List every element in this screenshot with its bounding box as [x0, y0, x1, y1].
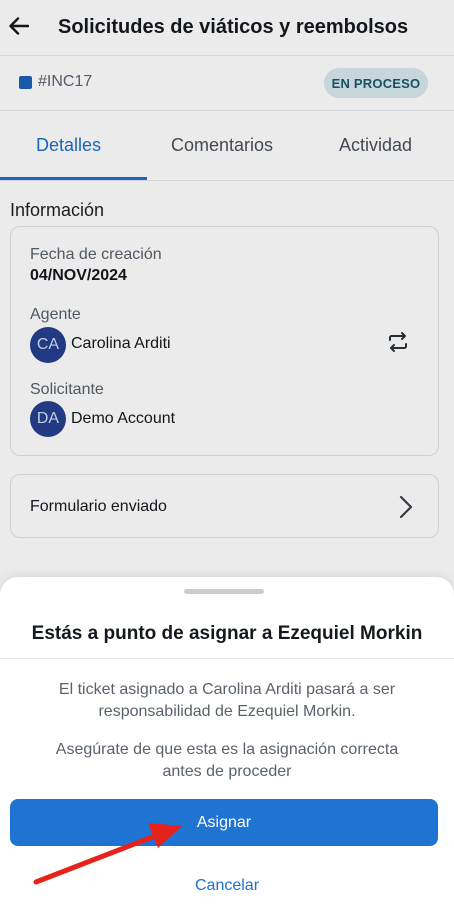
sheet-drag-handle[interactable]	[184, 589, 264, 594]
sheet-divider	[0, 658, 454, 659]
assign-button[interactable]: Asignar	[10, 799, 438, 846]
sheet-message-line-2: responsabilidad de Ezequiel Morkin.	[98, 703, 356, 720]
cancel-button[interactable]: Cancelar	[0, 877, 454, 895]
sheet-title: Estás a punto de asignar a Ezequiel Mork…	[31, 623, 423, 644]
sheet-message-line-1: El ticket asignado a Carolina Arditi pas…	[58, 681, 396, 698]
assign-confirmation-sheet: Estás a punto de asignar a Ezequiel Mork…	[0, 577, 454, 920]
sheet-confirm-line-2: antes de proceder	[162, 763, 292, 780]
sheet-confirm-line-1: Asegúrate de que esta es la asignación c…	[55, 741, 399, 758]
